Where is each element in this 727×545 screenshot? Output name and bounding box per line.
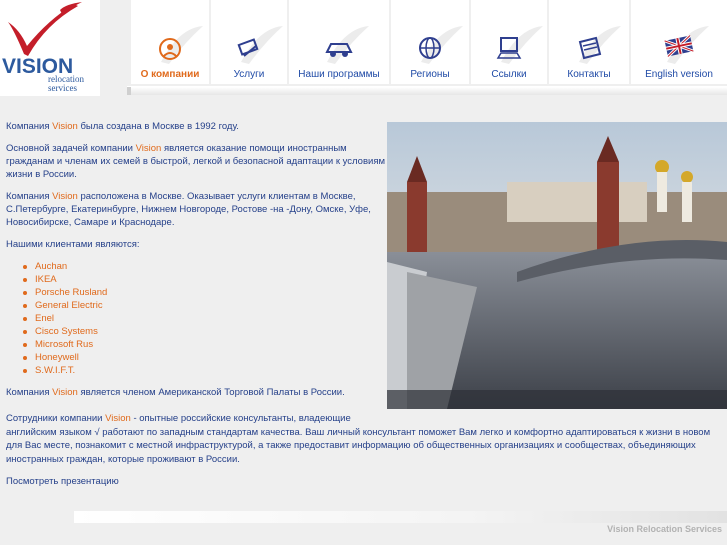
footer-text: Vision Relocation Services: [607, 524, 722, 534]
logo-sub-line2: services: [48, 83, 77, 93]
nav-divider: [127, 86, 727, 95]
staff-paragraph: Сотрудники компании Vision - опытные рос…: [6, 412, 724, 489]
nav-item-services[interactable]: Услуги: [211, 0, 287, 84]
list-item: Honeywell: [6, 351, 386, 364]
logo-subtitle: relocation services: [48, 75, 84, 93]
company-name: Vision: [105, 413, 131, 424]
text: является членом Американской Торговой Па…: [77, 387, 345, 398]
nav-label-about: О компании: [140, 69, 200, 80]
company-name: Vision: [52, 121, 78, 132]
nav-item-links[interactable]: Ссылки: [471, 0, 547, 84]
list-item: Microsoft Rus: [6, 338, 386, 351]
clients-title: Нашими клиентами являются:: [6, 239, 140, 250]
footer-bar: [74, 511, 727, 523]
logo[interactable]: VISION relocation services: [0, 0, 100, 96]
company-name: Vision: [52, 191, 78, 202]
nav-item-english[interactable]: English version: [631, 0, 727, 84]
tools-icon: [211, 34, 287, 66]
text: Основной задачей компании: [6, 143, 136, 154]
intro-paragraph: Компания Vision была создана в Москве в …: [6, 120, 386, 133]
staff-line-1: Сотрудники компании Vision - опытные рос…: [6, 412, 724, 426]
text: Компания: [6, 191, 53, 202]
nav-label-regions: Регионы: [410, 69, 450, 80]
nav-label-english: English version: [645, 69, 713, 80]
membership-paragraph: Компания Vision является членом Американ…: [6, 386, 386, 399]
nav-label-links: Ссылки: [491, 69, 527, 80]
nav-label-programs: Наши программы: [298, 69, 380, 80]
text: была создана в Москве в 1992 году.: [77, 121, 239, 132]
staff-text: английским языком √ работают по западным…: [6, 426, 711, 465]
car-icon: [289, 34, 389, 66]
kremlin-photo: [387, 122, 727, 409]
list-item: IKEA: [6, 273, 386, 286]
main-content: Компания Vision была создана в Москве в …: [6, 120, 386, 408]
presentation-link[interactable]: Посмотреть презентацию: [6, 475, 724, 489]
mission-paragraph: Основной задачей компании Vision являетс…: [6, 142, 386, 181]
list-item: Auchan: [6, 260, 386, 273]
computer-icon: [471, 34, 547, 66]
text: Сотрудники компании: [6, 413, 106, 424]
main-nav: О компании Услуги Наши программы Регионы…: [131, 0, 727, 84]
list-item: S.W.I.F.T.: [6, 364, 386, 377]
list-item: Enel: [6, 312, 386, 325]
nav-label-contacts: Контакты: [567, 69, 611, 80]
book-icon: [549, 34, 629, 66]
company-name: Vision: [135, 143, 162, 154]
globe-person-icon: [131, 34, 209, 66]
uk-flag-icon: [631, 34, 727, 62]
nav-item-about[interactable]: О компании: [131, 0, 209, 84]
list-item: General Electric: [6, 299, 386, 312]
nav-item-contacts[interactable]: Контакты: [549, 0, 629, 84]
list-item: Cisco Systems: [6, 325, 386, 338]
location-paragraph: Компания Vision расположена в Москве. Ок…: [6, 190, 386, 229]
nav-item-regions[interactable]: Регионы: [391, 0, 469, 84]
globe-icon: [391, 34, 469, 66]
text: - опытные российские консультанты, владе…: [130, 413, 351, 424]
text: Компания: [6, 121, 53, 132]
nav-item-programs[interactable]: Наши программы: [289, 0, 389, 84]
clients-list: Auchan IKEA Porsche Rusland General Elec…: [6, 260, 386, 377]
company-name: Vision: [52, 387, 78, 398]
text: Компания: [6, 387, 53, 398]
nav-label-services: Услуги: [233, 69, 265, 80]
list-item: Porsche Rusland: [6, 286, 386, 299]
